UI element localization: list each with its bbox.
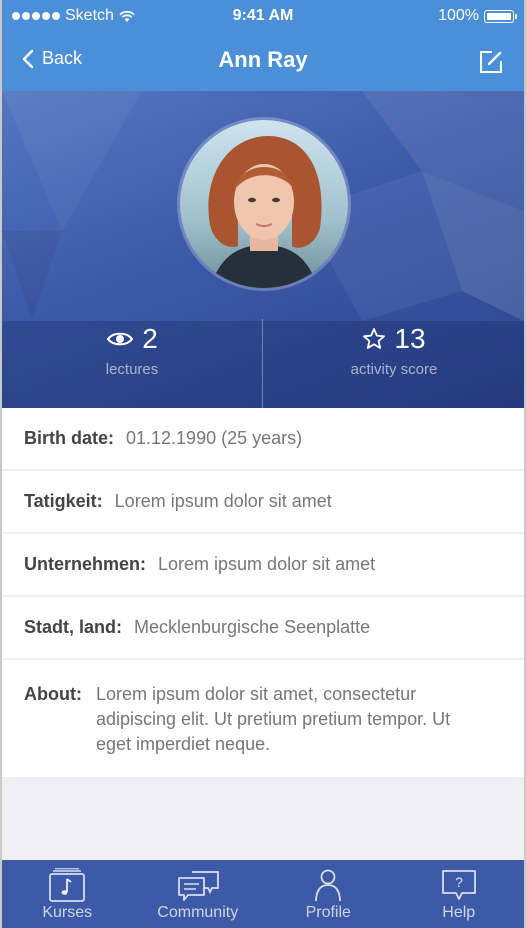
about-value: Lorem ipsum dolor sit amet, consectetur … bbox=[95, 684, 451, 754]
person-icon bbox=[315, 869, 342, 902]
stat-lectures: 2 lectures bbox=[2, 323, 262, 378]
tatigkeit-key: Tatigkeit: bbox=[24, 491, 103, 511]
phone-screen: Sketch 9:41 AM 100% Back Ann Ray 2 lectu… bbox=[2, 0, 524, 928]
tab-help-label: Help bbox=[442, 904, 476, 921]
unternehmen-value: Lorem ipsum dolor sit amet bbox=[158, 554, 376, 574]
profile-header: 2 lectures 13 activity score bbox=[2, 91, 524, 408]
lectures-count: 2 bbox=[142, 323, 158, 354]
navigation-bar: Back Ann Ray bbox=[2, 32, 524, 91]
tab-community-label: Community bbox=[157, 904, 239, 921]
music-book-icon bbox=[49, 868, 86, 902]
stadt-land-value: Mecklenburgische Seenplatte bbox=[134, 617, 371, 637]
info-row-about: About: Lorem ipsum dolor sit amet, conse… bbox=[2, 660, 524, 779]
profile-avatar bbox=[177, 117, 351, 291]
eye-icon bbox=[106, 332, 134, 346]
edit-icon bbox=[480, 51, 502, 73]
stats-divider bbox=[262, 319, 263, 408]
battery-status: 100% bbox=[438, 7, 517, 25]
profile-info-list: Birth date: 01.12.1990 (25 years) Tatigk… bbox=[2, 408, 524, 779]
edit-button[interactable] bbox=[478, 49, 504, 80]
tab-profile-label: Profile bbox=[305, 904, 351, 921]
activity-score-value: 13 bbox=[394, 323, 426, 354]
chat-bubbles-icon bbox=[177, 871, 219, 901]
about-key: About: bbox=[24, 684, 82, 704]
birth-date-key: Birth date: bbox=[24, 428, 114, 448]
tab-bar: Kurses Community Profile ? Help bbox=[2, 860, 524, 928]
battery-percent: 100% bbox=[438, 7, 479, 24]
tab-help[interactable]: ? Help bbox=[394, 860, 525, 928]
info-row-unternehmen: Unternehmen: Lorem ipsum dolor sit amet bbox=[2, 534, 524, 597]
lectures-label: lectures bbox=[105, 361, 159, 378]
info-row-tatigkeit: Tatigkeit: Lorem ipsum dolor sit amet bbox=[2, 471, 524, 534]
tatigkeit-value: Lorem ipsum dolor sit amet bbox=[114, 491, 332, 511]
battery-icon bbox=[484, 9, 517, 23]
tab-kurses[interactable]: Kurses bbox=[2, 860, 133, 928]
tab-community[interactable]: Community bbox=[133, 860, 264, 928]
unternehmen-key: Unternehmen: bbox=[24, 554, 147, 574]
info-row-birth-date: Birth date: 01.12.1990 (25 years) bbox=[2, 408, 524, 471]
activity-score-label: activity score bbox=[350, 361, 438, 378]
tab-kurses-label: Kurses bbox=[42, 904, 93, 921]
info-row-stadt-land: Stadt, land: Mecklenburgische Seenplatte bbox=[2, 597, 524, 660]
avatar-portrait bbox=[180, 120, 348, 288]
birth-date-value: 01.12.1990 (25 years) bbox=[126, 428, 303, 448]
status-bar: Sketch 9:41 AM 100% bbox=[2, 0, 524, 32]
stadt-land-key: Stadt, land: bbox=[24, 617, 122, 637]
page-title: Ann Ray bbox=[218, 47, 308, 72]
tab-profile[interactable]: Profile bbox=[263, 860, 394, 928]
help-bubble-icon: ? bbox=[441, 870, 476, 900]
stat-activity-score: 13 activity score bbox=[264, 323, 524, 378]
svg-text:?: ? bbox=[455, 874, 463, 890]
star-icon bbox=[363, 328, 386, 349]
